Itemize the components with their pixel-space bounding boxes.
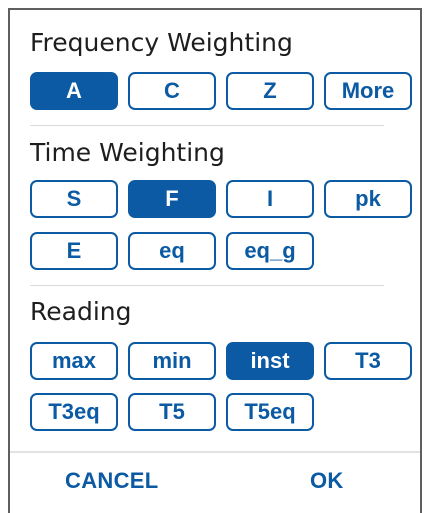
section-divider	[30, 125, 384, 126]
reading-option-min[interactable]: min	[128, 342, 216, 380]
reading-option-t5[interactable]: T5	[128, 393, 216, 431]
footer-divider	[10, 451, 420, 453]
time-option-e[interactable]: E	[30, 232, 118, 270]
weighting-dialog: Frequency Weighting A C Z More Time Weig…	[8, 8, 422, 513]
time-option-f[interactable]: F	[128, 180, 216, 218]
reading-option-t3eq[interactable]: T3eq	[30, 393, 118, 431]
reading-title: Reading	[30, 297, 132, 326]
frequency-option-more[interactable]: More	[324, 72, 412, 110]
cancel-button[interactable]: CANCEL	[65, 468, 158, 494]
frequency-option-z[interactable]: Z	[226, 72, 314, 110]
frequency-option-a[interactable]: A	[30, 72, 118, 110]
section-divider	[30, 285, 384, 286]
time-option-i[interactable]: I	[226, 180, 314, 218]
time-option-pk[interactable]: pk	[324, 180, 412, 218]
frequency-weighting-title: Frequency Weighting	[30, 28, 293, 57]
time-option-s[interactable]: S	[30, 180, 118, 218]
reading-option-t5eq[interactable]: T5eq	[226, 393, 314, 431]
reading-option-inst[interactable]: inst	[226, 342, 314, 380]
time-weighting-title: Time Weighting	[30, 138, 225, 167]
reading-option-t3[interactable]: T3	[324, 342, 412, 380]
time-option-eq[interactable]: eq	[128, 232, 216, 270]
frequency-option-c[interactable]: C	[128, 72, 216, 110]
reading-option-max[interactable]: max	[30, 342, 118, 380]
time-option-eq-g[interactable]: eq_g	[226, 232, 314, 270]
ok-button[interactable]: OK	[310, 468, 344, 494]
